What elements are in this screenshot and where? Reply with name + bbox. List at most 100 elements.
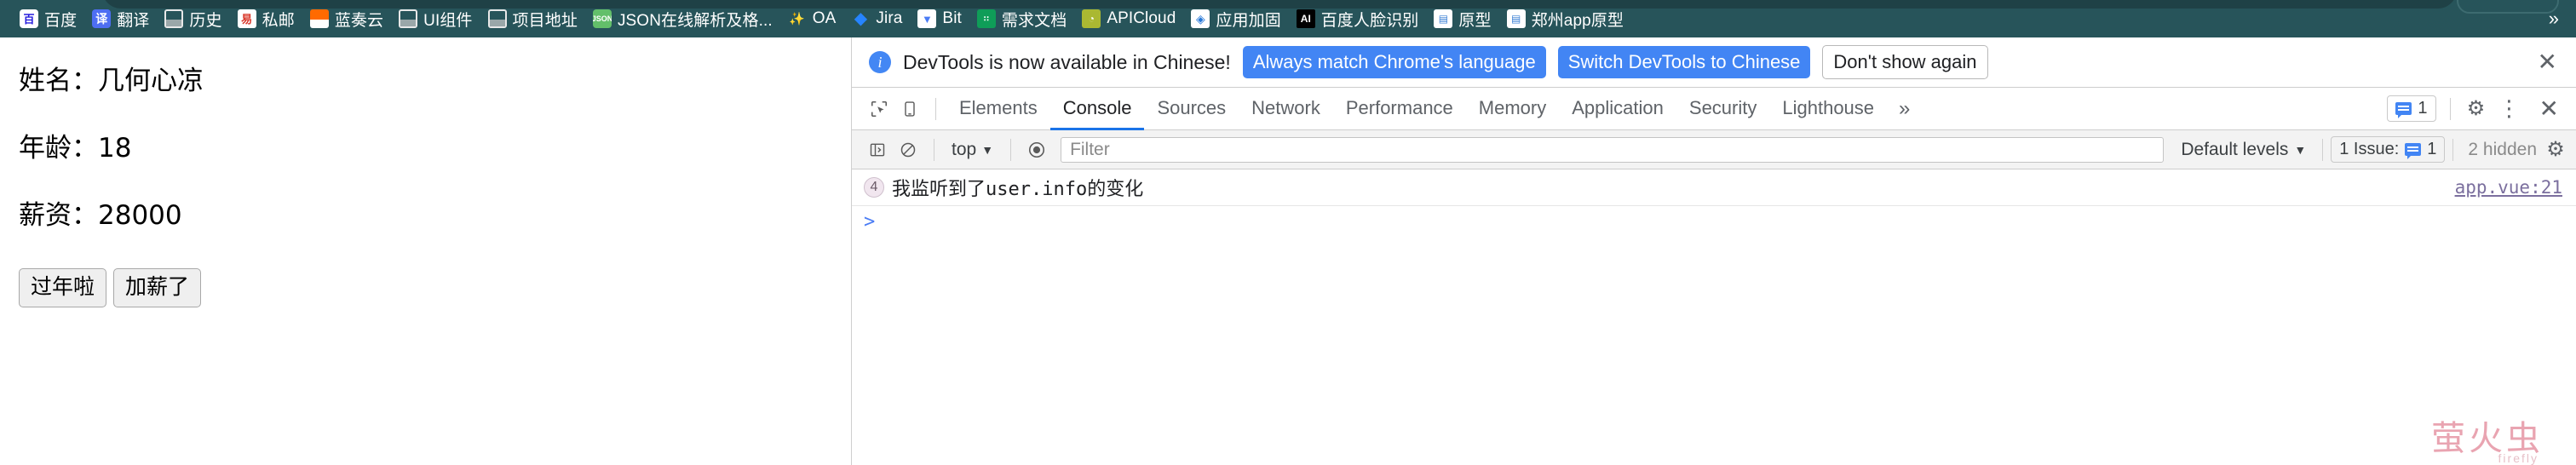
bookmark-item[interactable]: ✨ OA xyxy=(780,6,844,32)
actions-divider xyxy=(2449,97,2451,120)
chevron-down-icon: ▼ xyxy=(981,142,994,157)
device-toolbar-icon[interactable] xyxy=(894,94,925,124)
bookmark-item[interactable]: ▤ 郑州app原型 xyxy=(1499,4,1631,34)
close-devtools-icon[interactable]: ✕ xyxy=(2531,96,2567,121)
issues-counter-button[interactable]: 1 xyxy=(2387,95,2436,122)
bookmark-item[interactable]: 项目地址 xyxy=(480,4,585,34)
bookmark-item[interactable]: 历史 xyxy=(157,4,229,34)
translate-icon: 译 xyxy=(92,9,112,28)
tab-network[interactable]: Network xyxy=(1239,88,1333,130)
lanzou-cloud-icon xyxy=(309,9,329,28)
bookmark-label: Jira xyxy=(876,9,903,27)
bookmark-item[interactable]: ∷ 需求文档 xyxy=(969,4,1074,34)
console-log-row[interactable]: 4 我监听到了user.info的变化 app.vue:21 xyxy=(852,169,2576,206)
bookmark-label: 私邮 xyxy=(262,11,295,30)
console-toolbar-divider-2 xyxy=(1010,138,1012,161)
live-expression-eye-icon[interactable] xyxy=(1021,135,1052,165)
age-line: 年龄：18 xyxy=(19,133,132,164)
tab-console[interactable]: Console xyxy=(1049,88,1145,130)
levels-divider xyxy=(2322,138,2324,161)
console-settings-gear-icon[interactable]: ⚙ xyxy=(2544,138,2567,162)
folder-icon xyxy=(399,9,418,28)
issues-toolbar-button[interactable]: 1 Issue: 1 xyxy=(2331,136,2446,163)
bookmark-item[interactable]: JSON JSON在线解析及格... xyxy=(585,4,780,34)
chevron-down-icon: ▼ xyxy=(2294,142,2307,157)
folder-icon xyxy=(487,9,507,28)
bookmark-item[interactable]: 译翻译 xyxy=(84,4,157,34)
toolbar-divider xyxy=(935,97,936,120)
tab-lighthouse[interactable]: Lighthouse xyxy=(1769,88,1887,130)
bookmark-item[interactable]: ◈ 应用加固 xyxy=(1183,4,1288,34)
bookmarks-bar: 百百度译翻译 历史易私邮 蓝奏云 UI组件 项目地址 JSON JSON在线解析及格... ✨… xyxy=(0,0,2576,37)
bookmark-label: 项目地址 xyxy=(512,11,578,30)
prototype-icon: ▤ xyxy=(1506,9,1526,28)
clear-console-icon[interactable] xyxy=(893,135,923,165)
bookmark-item[interactable]: ◆ Jira xyxy=(843,6,910,32)
console-output: 4 我监听到了user.info的变化 app.vue:21 > xyxy=(852,169,2576,465)
bookmark-label: Bit xyxy=(942,9,962,27)
bookmark-item[interactable]: ◔ APICloud xyxy=(1074,6,1183,32)
bookmark-label: 历史 xyxy=(189,11,222,30)
netease-mail-icon: 易 xyxy=(237,9,256,28)
prototype-icon: ▤ xyxy=(1434,9,1453,28)
execution-context-select[interactable]: top ▼ xyxy=(945,137,1000,163)
console-prompt-row[interactable]: > xyxy=(852,206,2576,238)
tab-application[interactable]: Application xyxy=(1559,88,1676,130)
switch-to-chinese-button[interactable]: Switch DevTools to Chinese xyxy=(1557,46,1811,78)
bookmark-label: OA xyxy=(812,9,837,27)
raise-salary-button[interactable]: 加薪了 xyxy=(113,268,202,307)
log-levels-select[interactable]: Default levels ▼ xyxy=(2172,137,2314,163)
bookmark-item[interactable]: UI组件 xyxy=(391,4,480,34)
salary-line: 薪资：28000 xyxy=(19,200,182,232)
info-icon: i xyxy=(869,51,891,73)
jira-icon: ◆ xyxy=(854,9,868,28)
bookmark-label: 郑州app原型 xyxy=(1531,11,1624,30)
baidu-ai-icon: AI xyxy=(1296,9,1315,28)
issues-count: 1 xyxy=(2418,99,2428,118)
always-match-language-button[interactable]: Always match Chrome's language xyxy=(1242,46,1546,78)
devtools-tab-list: Elements Console Sources Network Performance… xyxy=(946,88,1887,130)
execution-context-label: top xyxy=(952,139,977,159)
console-log-source-link[interactable]: app.vue:21 xyxy=(2455,177,2562,198)
bookmark-label: 百度 xyxy=(44,11,78,30)
tabs-overflow-icon[interactable]: » xyxy=(1887,97,1922,121)
message-icon xyxy=(2395,102,2412,118)
devtools-tabbar-actions: 1 ⚙ ⋮ ✕ xyxy=(2387,95,2567,122)
bookmark-label: JSON在线解析及格... xyxy=(617,11,773,30)
oa-icon: ✨ xyxy=(789,11,806,26)
console-log-message: 我监听到了user.info的变化 xyxy=(892,179,1144,200)
new-year-button[interactable]: 过年啦 xyxy=(19,268,107,307)
dont-show-again-button[interactable]: Don't show again xyxy=(1822,45,1988,79)
settings-gear-icon[interactable]: ⚙ xyxy=(2464,97,2488,121)
close-icon[interactable]: ✕ xyxy=(2533,50,2562,74)
tab-sources[interactable]: Sources xyxy=(1144,88,1239,130)
tab-performance[interactable]: Performance xyxy=(1333,88,1466,130)
tab-security[interactable]: Security xyxy=(1676,88,1769,130)
console-toolbar: top ▼ Default levels ▼ 1 Issue: xyxy=(852,130,2576,169)
inspect-element-icon[interactable] xyxy=(864,94,894,124)
banner-message: DevTools is now available in Chinese! xyxy=(903,50,1231,73)
browser-window: 百百度译翻译 历史易私邮 蓝奏云 UI组件 项目地址 JSON JSON在线解析及格... ✨… xyxy=(0,0,2576,465)
console-filter-input[interactable] xyxy=(1061,136,2165,163)
folder-icon xyxy=(164,9,184,28)
content-split: 姓名：几何心凉 年龄：18 薪资：28000 过年啦 加薪了 i DevTool… xyxy=(0,37,2576,465)
bookmark-item[interactable]: ▤ 原型 xyxy=(1426,4,1498,34)
page-button-row: 过年啦 加薪了 xyxy=(19,268,851,307)
tab-elements[interactable]: Elements xyxy=(946,88,1050,130)
message-icon xyxy=(2405,143,2422,159)
app-hardening-icon: ◈ xyxy=(1191,9,1210,28)
tab-memory[interactable]: Memory xyxy=(1466,88,1559,130)
json-icon: JSON xyxy=(592,9,612,28)
bookmarks-overflow-button[interactable]: » xyxy=(2540,6,2567,32)
more-options-icon[interactable]: ⋮ xyxy=(2492,97,2527,118)
bookmark-item[interactable]: AI 百度人脸识别 xyxy=(1289,4,1427,34)
bookmark-label: 应用加固 xyxy=(1216,11,1281,30)
log-repeat-count: 4 xyxy=(864,177,884,198)
baidu-paw-icon: 百 xyxy=(20,9,38,28)
console-sidebar-icon[interactable] xyxy=(862,135,893,165)
bookmark-item[interactable]: 百百度 xyxy=(12,4,84,34)
bookmark-item[interactable]: 易私邮 xyxy=(230,4,302,34)
issues-divider xyxy=(2452,138,2454,161)
bookmark-item[interactable]: ▼ Bit xyxy=(910,6,969,32)
bookmark-item[interactable]: 蓝奏云 xyxy=(302,4,391,34)
